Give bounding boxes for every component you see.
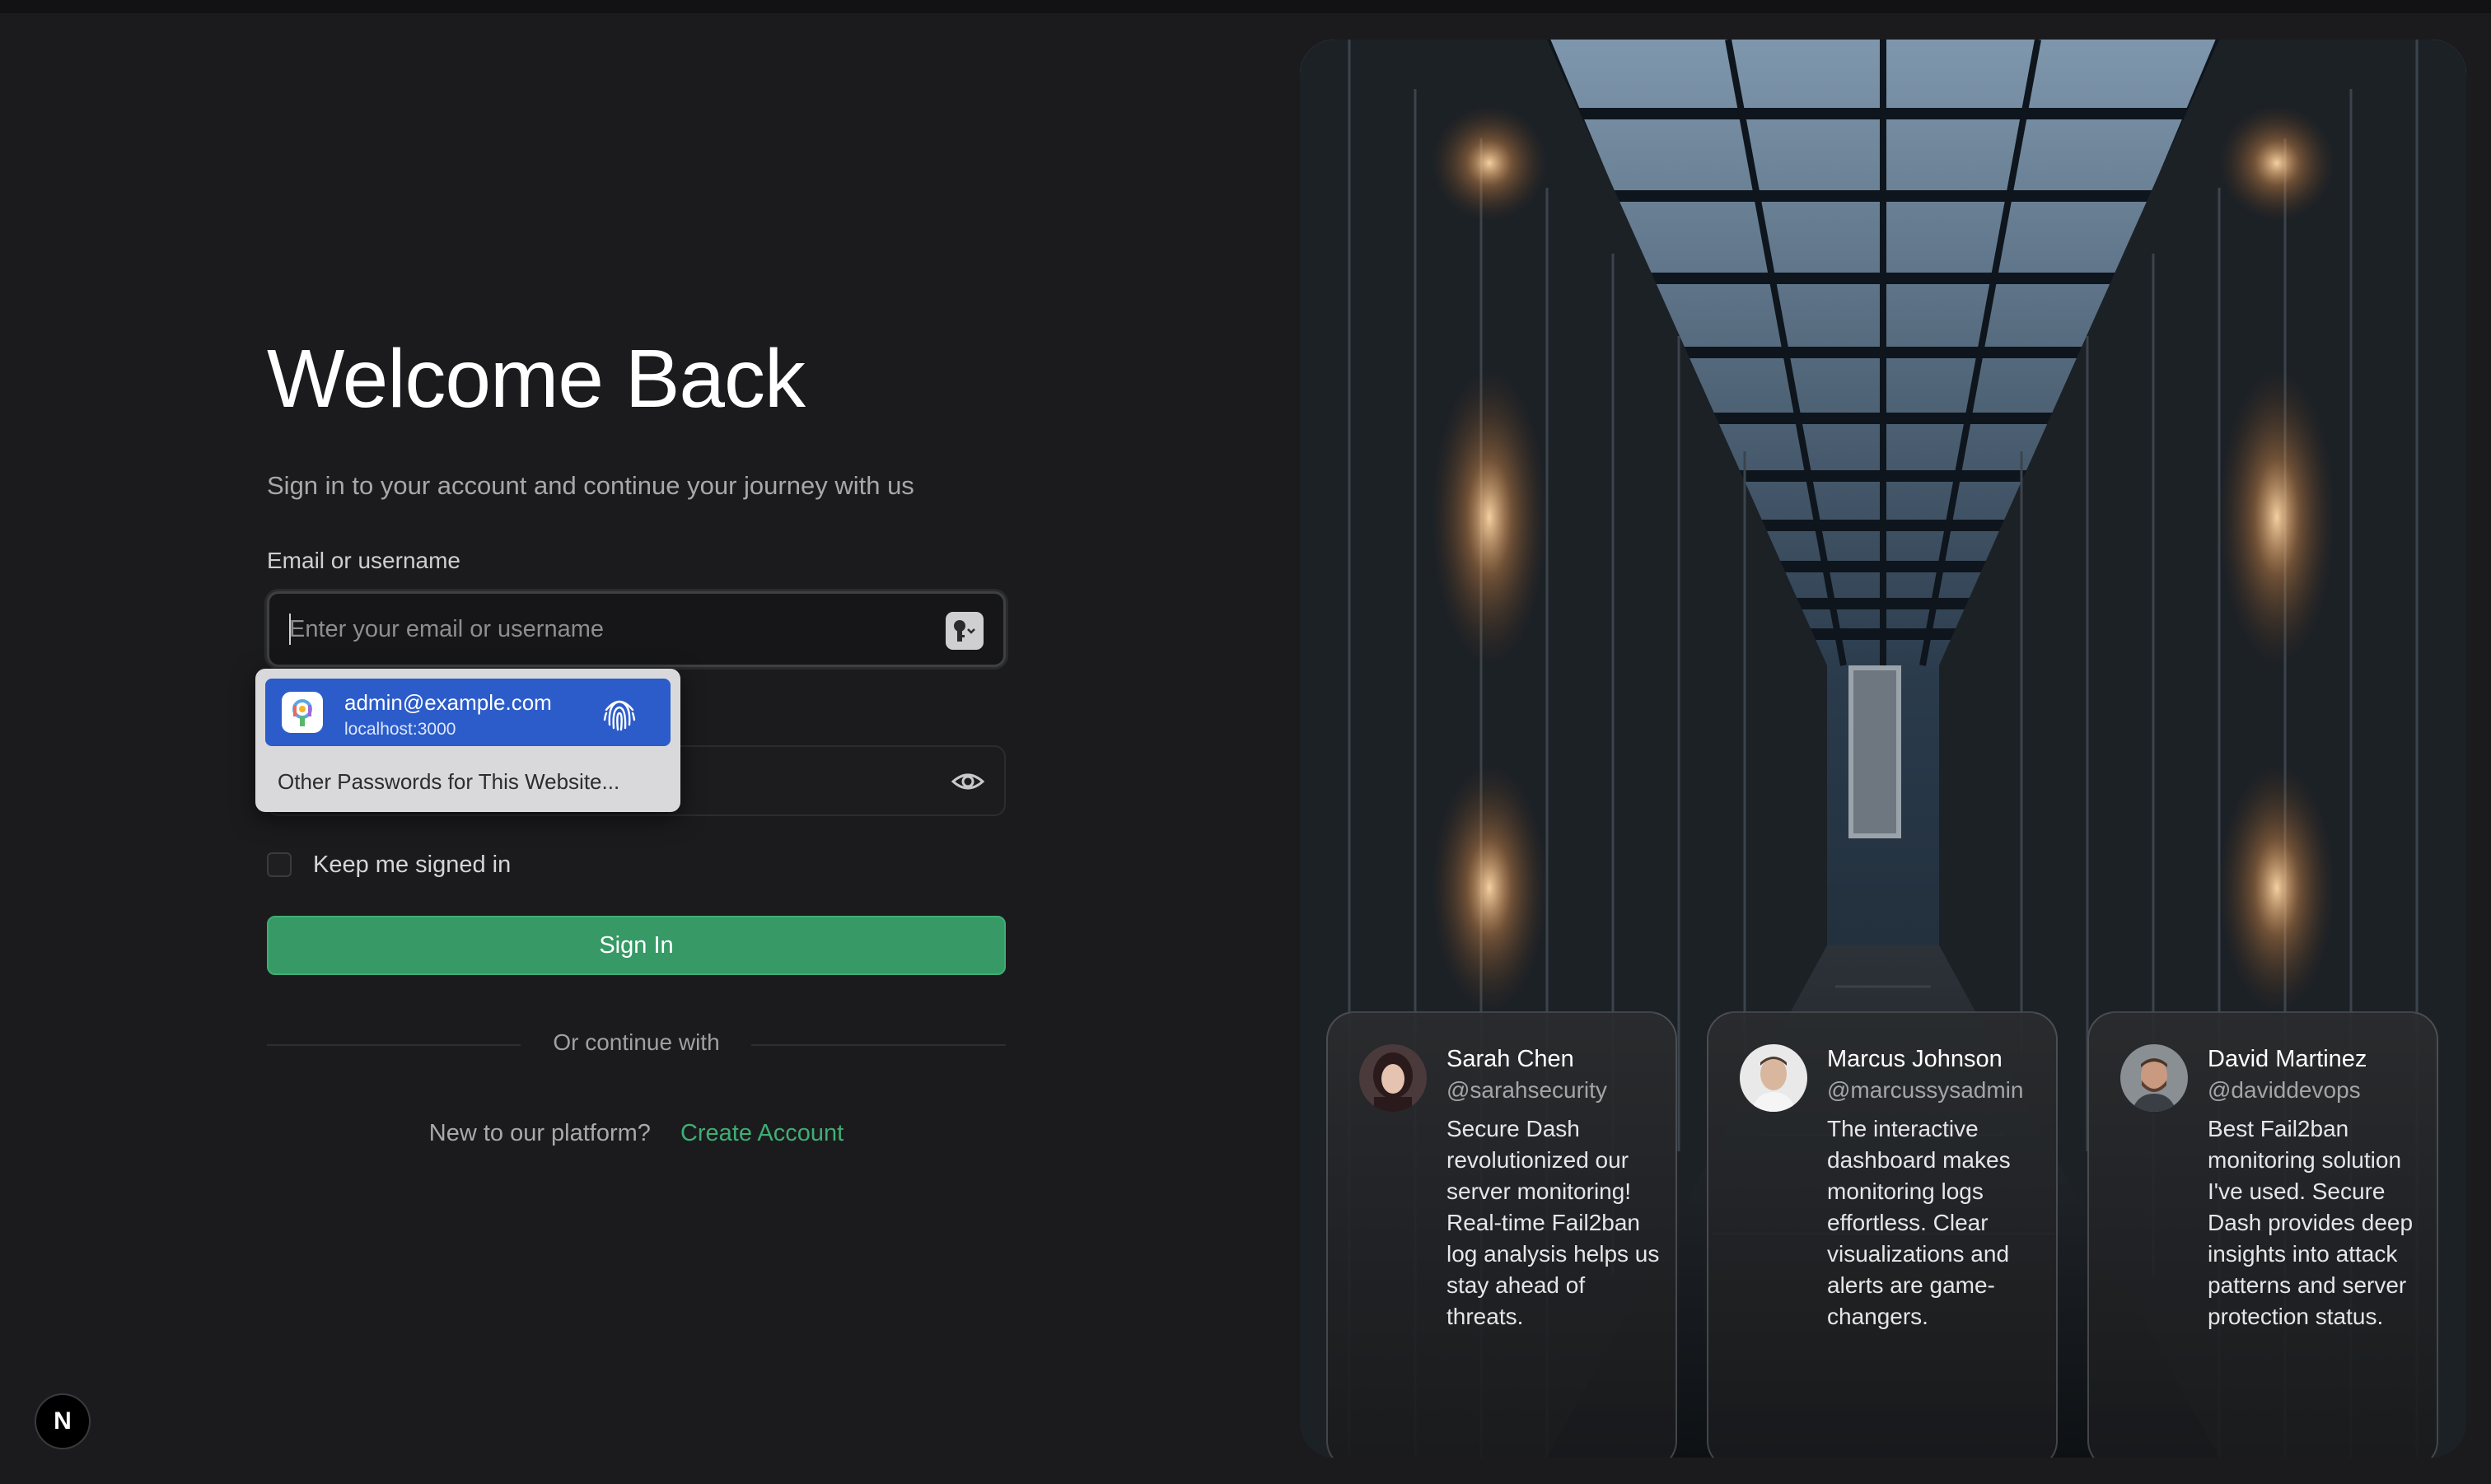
divider-text: Or continue with [553,1029,720,1055]
testimonial-name: Marcus Johnson [1827,1046,2003,1072]
password-manager-key-button[interactable] [946,612,984,650]
remember-me-row[interactable]: Keep me signed in [267,848,511,881]
sign-in-button[interactable]: Sign In [267,916,1006,975]
remember-me-label: Keep me signed in [313,851,512,878]
page-subtitle: Sign in to your account and continue you… [267,471,914,500]
testimonial-handle: @marcussysadmin [1827,1077,2024,1103]
avatar [2120,1044,2188,1112]
autofill-suggestion[interactable]: admin@example.com localhost:3000 [265,679,671,746]
dev-tools-badge[interactable]: N [35,1393,91,1449]
remember-me-checkbox[interactable] [267,852,292,877]
other-passwords-option[interactable]: Other Passwords for This Website... [278,769,619,795]
new-user-text: New to our platform? [428,1120,651,1146]
testimonial-quote: Best Fail2ban monitoring solution I've u… [2208,1116,2414,1329]
text-caret [289,614,291,645]
autofill-email: admin@example.com [344,690,552,715]
testimonial-card: Marcus Johnson @marcussysadmin The inter… [1707,1011,2058,1458]
testimonial-handle: @daviddevops [2208,1077,2361,1103]
browser-top-strip [0,0,2491,13]
signup-prompt: New to our platform? Create Account [267,1120,1006,1147]
autofill-popup: admin@example.com localhost:3000 Other P… [255,669,680,812]
eye-icon[interactable] [950,765,986,798]
testimonial-name: David Martinez [2208,1046,2367,1072]
testimonial-card: Sarah Chen @sarahsecurity Secure Dash re… [1326,1011,1677,1458]
email-input[interactable] [289,594,932,665]
testimonial-quote: Secure Dash revolutionized our server mo… [1446,1116,1660,1329]
email-field[interactable] [267,591,1006,667]
email-label: Email or username [267,548,460,573]
hero-panel: Sarah Chen @sarahsecurity Secure Dash re… [1300,40,2466,1458]
testimonial-quote: The interactive dashboard makes monitori… [1827,1116,2011,1329]
create-account-link[interactable]: Create Account [680,1120,844,1146]
autofill-host: localhost:3000 [344,720,456,739]
avatar [1740,1044,1807,1112]
divider-line-right [751,1044,1006,1046]
testimonial-name: Sarah Chen [1446,1046,1574,1072]
passwords-app-icon [282,692,323,733]
or-continue-divider: Or continue with [267,1028,1006,1061]
testimonial-handle: @sarahsecurity [1446,1077,1607,1103]
avatar [1359,1044,1427,1112]
key-icon [954,620,975,642]
testimonial-card: David Martinez @daviddevops Best Fail2ba… [2087,1011,2438,1458]
page-title: Welcome Back [267,333,806,425]
fingerprint-icon [603,700,636,731]
